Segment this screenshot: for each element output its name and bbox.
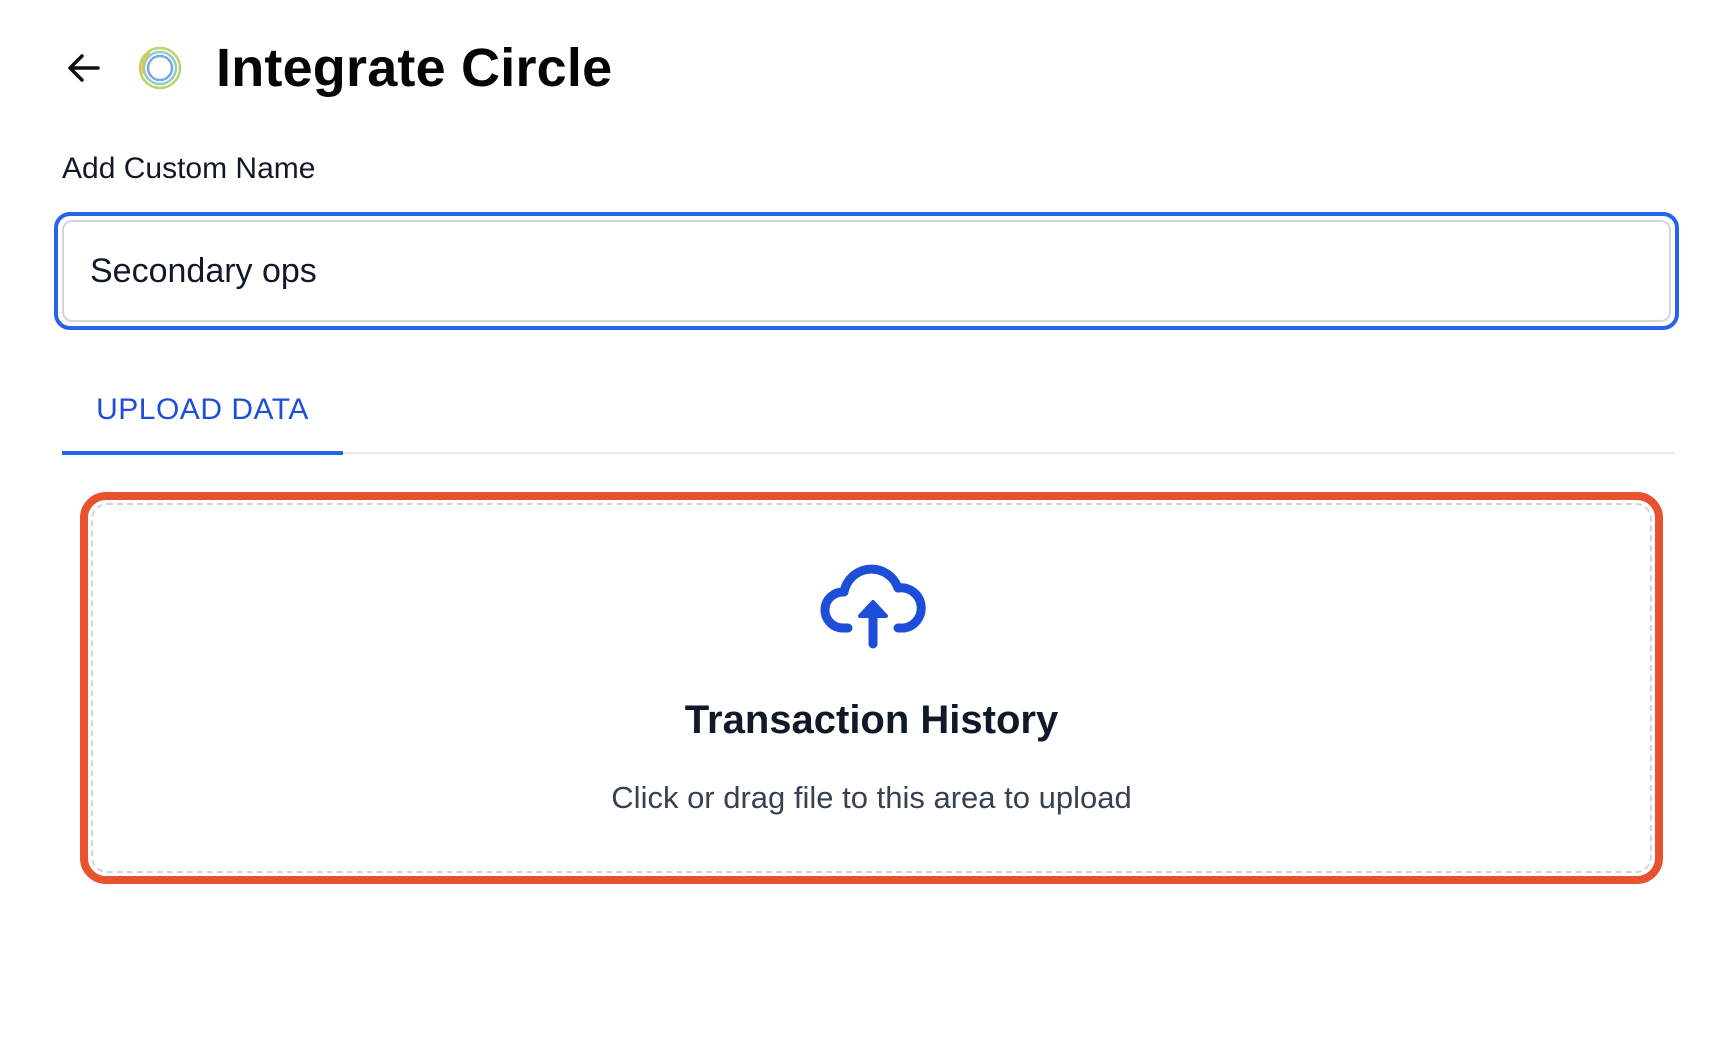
custom-name-label: Add Custom Name (62, 152, 316, 185)
tab-upload-data[interactable]: UPLOAD DATA (62, 368, 343, 452)
page-title: Integrate Circle (216, 38, 613, 98)
dropzone-dashed-border (91, 503, 1652, 873)
dropzone-title: Transaction History (684, 698, 1059, 742)
arrow-left-icon (68, 54, 100, 82)
custom-name-field-wrapper (54, 212, 1679, 330)
active-tab-indicator (62, 451, 343, 455)
file-upload-dropzone[interactable]: Transaction History Click or drag file t… (80, 492, 1663, 884)
tab-upload-data-label: UPLOAD DATA (96, 393, 309, 426)
back-button[interactable] (62, 46, 106, 90)
custom-name-input[interactable] (62, 220, 1671, 322)
cloud-upload-icon (820, 564, 926, 649)
tab-bar: UPLOAD DATA (62, 368, 1674, 455)
dropzone-hint: Click or drag file to this area to uploa… (611, 780, 1132, 815)
circle-logo-icon (138, 46, 182, 90)
page-header: Integrate Circle (62, 30, 612, 106)
